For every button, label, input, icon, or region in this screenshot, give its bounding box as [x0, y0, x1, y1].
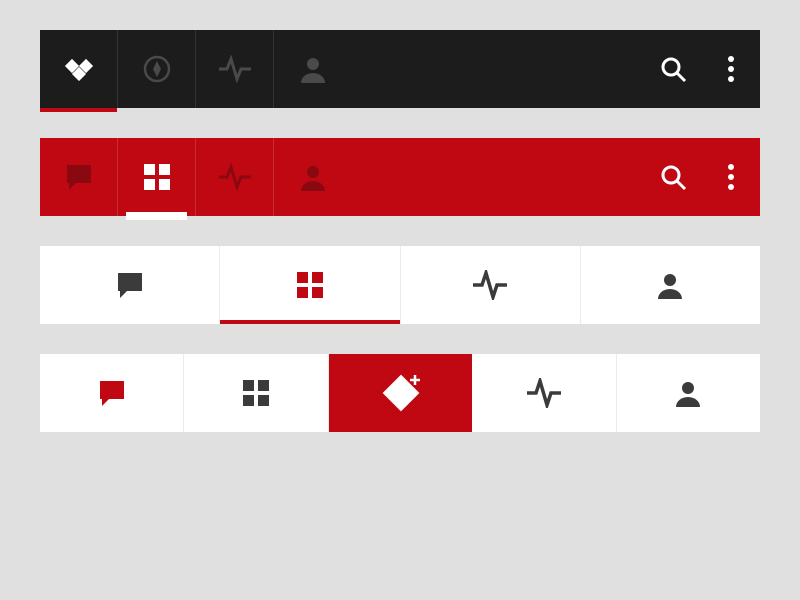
user-icon	[299, 163, 327, 191]
tab-grid[interactable]	[118, 138, 196, 216]
grid-icon	[243, 380, 269, 406]
more-vertical-icon	[727, 55, 735, 83]
search-icon	[659, 163, 687, 191]
more-vertical-icon	[727, 163, 735, 191]
navbar-dark	[40, 30, 760, 108]
user-icon	[656, 271, 684, 299]
tab-profile[interactable]	[617, 354, 760, 432]
search-button[interactable]	[644, 138, 702, 216]
tab-home[interactable]	[40, 30, 118, 108]
activity-icon	[219, 163, 251, 191]
diamonds-icon	[63, 57, 95, 81]
tab-chat[interactable]	[40, 138, 118, 216]
active-indicator	[40, 108, 117, 112]
chat-icon	[65, 163, 93, 191]
tab-profile[interactable]	[274, 138, 352, 216]
activity-icon	[527, 378, 561, 408]
search-button[interactable]	[644, 30, 702, 108]
chat-icon	[98, 379, 126, 407]
user-icon	[299, 55, 327, 83]
chat-icon	[116, 271, 144, 299]
active-indicator	[126, 212, 187, 220]
activity-icon	[473, 270, 507, 300]
tab-grid[interactable]	[220, 246, 400, 324]
tab-activity[interactable]	[472, 354, 616, 432]
tab-chat[interactable]	[40, 246, 220, 324]
search-icon	[659, 55, 687, 83]
spacer	[352, 138, 644, 216]
navbar-white-five	[40, 354, 760, 432]
tab-add[interactable]	[329, 354, 472, 432]
tab-chat[interactable]	[40, 354, 184, 432]
activity-icon	[219, 55, 251, 83]
tab-activity[interactable]	[401, 246, 581, 324]
tab-activity[interactable]	[196, 138, 274, 216]
navbar-white-four	[40, 246, 760, 324]
active-indicator	[220, 320, 399, 324]
add-diamond-icon	[379, 371, 423, 415]
tab-profile[interactable]	[274, 30, 352, 108]
tab-activity[interactable]	[196, 30, 274, 108]
grid-icon	[144, 164, 170, 190]
compass-icon	[142, 54, 172, 84]
tab-profile[interactable]	[581, 246, 760, 324]
user-icon	[674, 379, 702, 407]
navbar-red	[40, 138, 760, 216]
spacer	[352, 30, 644, 108]
more-button[interactable]	[702, 30, 760, 108]
grid-icon	[297, 272, 323, 298]
more-button[interactable]	[702, 138, 760, 216]
tab-explore[interactable]	[118, 30, 196, 108]
tab-grid[interactable]	[184, 354, 328, 432]
